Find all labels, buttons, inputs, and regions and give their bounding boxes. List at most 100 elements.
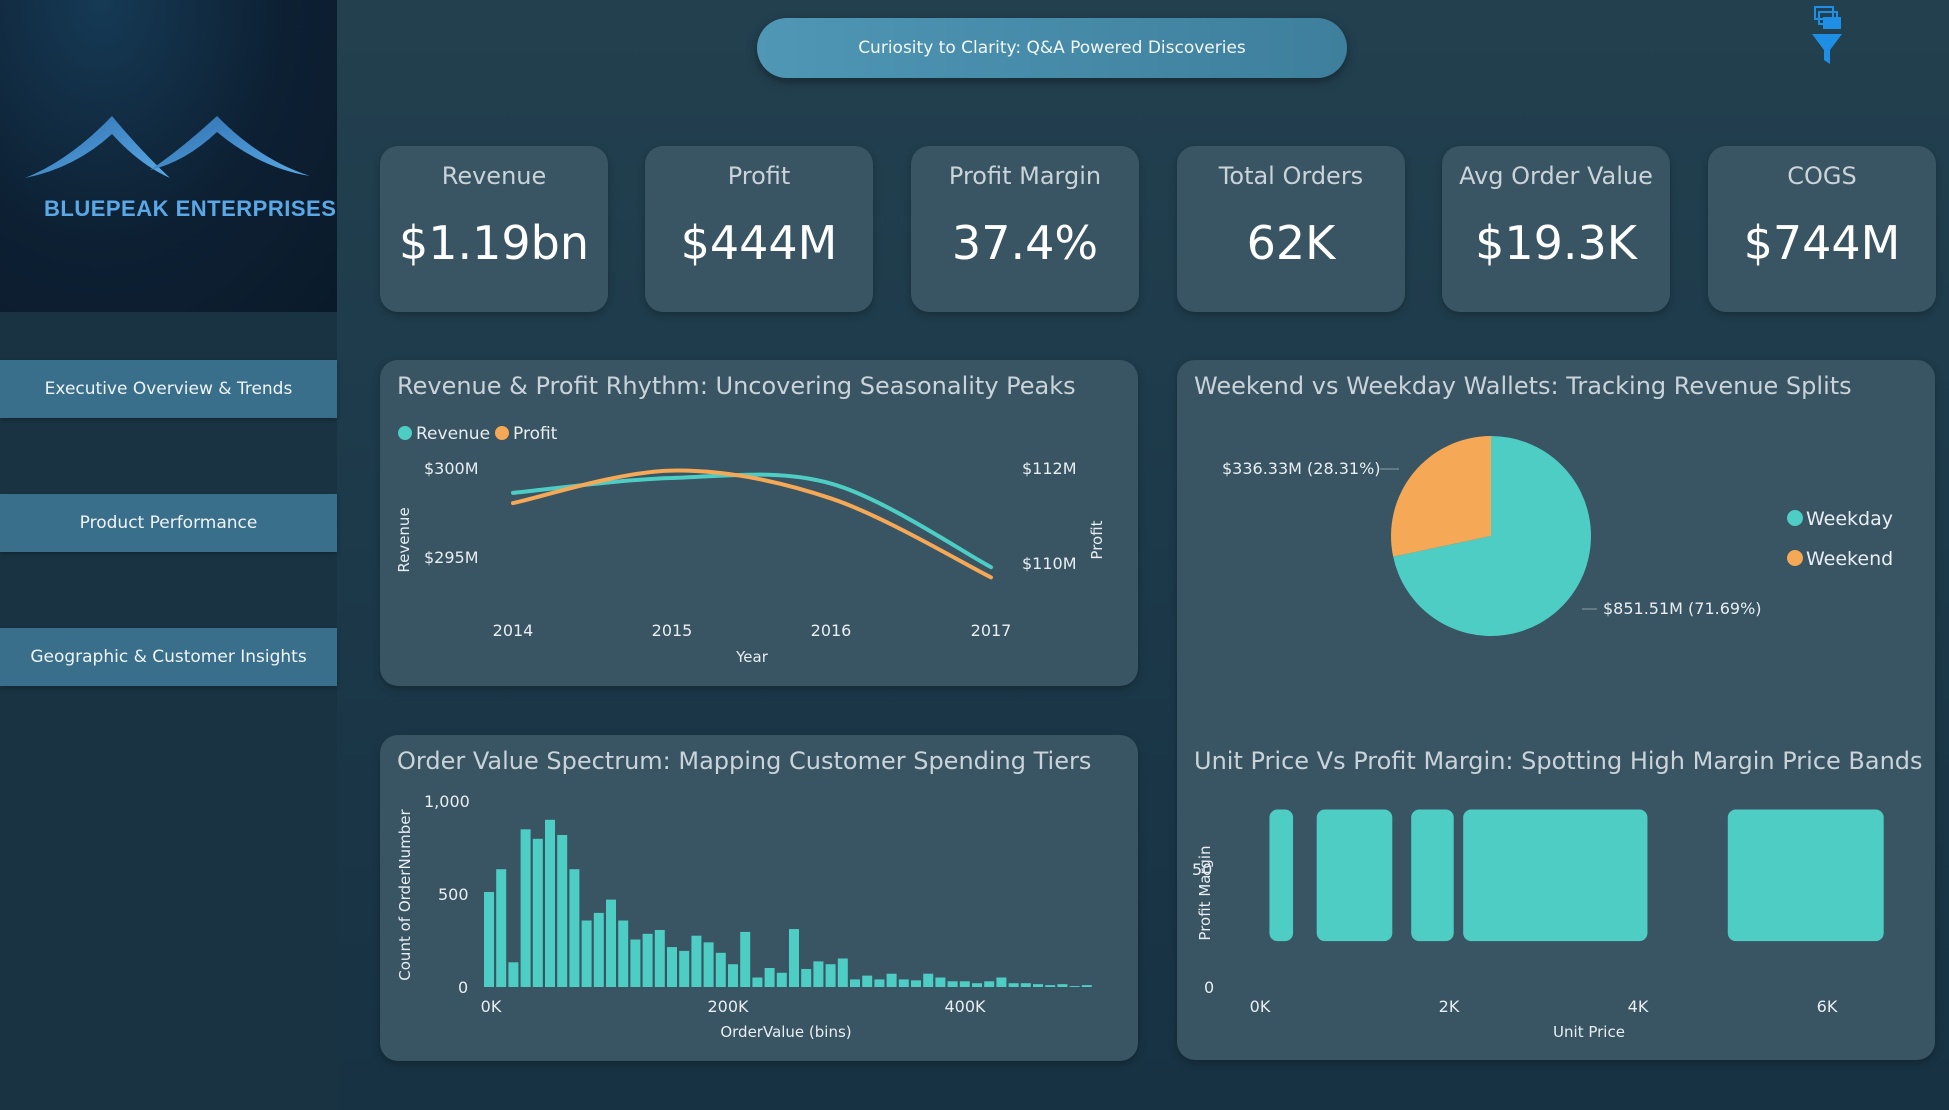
histogram-bar[interactable] <box>654 930 665 987</box>
pie-label-weekday: $851.51M (71.69%) <box>1603 599 1762 618</box>
histogram-bar[interactable] <box>642 933 653 987</box>
x-tick: 2017 <box>971 621 1012 640</box>
legend-weekday-label: Weekday <box>1806 508 1893 530</box>
scatter-point-cluster[interactable] <box>1463 809 1648 942</box>
scatter-point-cluster[interactable] <box>1316 809 1393 942</box>
histogram-bar[interactable] <box>764 968 775 987</box>
line-series-revenue[interactable] <box>511 472 993 570</box>
legend-revenue-label: Revenue <box>416 424 490 444</box>
y-tick: 1,000 <box>424 792 470 811</box>
histogram-bar[interactable] <box>532 838 543 987</box>
histogram-bar[interactable] <box>996 977 1007 988</box>
legend-weekend-marker <box>1787 550 1803 566</box>
y-axis-title-left: Revenue <box>395 507 413 572</box>
kpi-label: Total Orders <box>1218 162 1364 190</box>
y-tick: 0 <box>1204 978 1214 997</box>
histogram-bar[interactable] <box>862 975 873 987</box>
histogram-bar[interactable] <box>1069 986 1080 987</box>
histogram-bar[interactable] <box>618 920 629 988</box>
kpi-value: 37.4% <box>951 216 1099 270</box>
pie-slice-weekend[interactable] <box>1391 436 1491 557</box>
histogram-bar[interactable] <box>581 920 592 988</box>
histogram-bar[interactable] <box>557 835 568 987</box>
legend-profit-marker <box>495 426 509 440</box>
pie-chart: $336.33M (28.31%) $851.51M (71.69%) Week… <box>1222 436 1893 636</box>
scatter-point-cluster[interactable] <box>1269 809 1294 942</box>
histogram-bar[interactable] <box>630 939 641 988</box>
kpi-revenue: Revenue $1.19bn <box>380 146 608 312</box>
line-chart: Revenue Profit $300M $295M $112M $110M 2… <box>395 424 1106 666</box>
histogram-bar[interactable] <box>789 929 799 987</box>
pie-label-weekend: $336.33M (28.31%) <box>1222 459 1381 478</box>
kpi-label: Profit Margin <box>948 162 1102 190</box>
histogram-bar[interactable] <box>984 981 995 987</box>
histogram-bar[interactable] <box>947 981 958 987</box>
histogram-bar[interactable] <box>715 952 726 987</box>
histogram-bar[interactable] <box>935 977 946 988</box>
histogram-bar[interactable] <box>691 935 702 987</box>
histogram-bar[interactable] <box>898 979 909 987</box>
histogram-bar[interactable] <box>545 819 555 987</box>
histogram-bar[interactable] <box>1045 985 1056 987</box>
page-title-button[interactable]: Curiosity to Clarity: Q&A Powered Discov… <box>757 18 1347 78</box>
nav-product-performance[interactable]: Product Performance <box>0 494 337 552</box>
kpi-value: 62K <box>1246 216 1336 270</box>
y-axis-title-right: Profit <box>1088 520 1106 559</box>
histogram-bar[interactable] <box>520 829 531 987</box>
kpi-value: $444M <box>680 216 838 270</box>
x-tick: 4K <box>1628 997 1649 1016</box>
histogram-bar[interactable] <box>484 892 494 987</box>
histogram-bar[interactable] <box>1008 983 1019 987</box>
histogram-bar[interactable] <box>593 912 604 987</box>
histogram-bar[interactable] <box>667 947 677 987</box>
kpi-total-orders: Total Orders 62K <box>1177 146 1405 312</box>
kpi-cogs: COGS $744M <box>1708 146 1936 312</box>
line-chart-card[interactable]: Revenue & Profit Rhythm: Uncovering Seas… <box>380 360 1138 686</box>
x-tick: 400K <box>944 997 986 1016</box>
sidebar: BLUEPEAK ENTERPRISES Executive Overview … <box>0 0 337 1110</box>
histogram-bar[interactable] <box>972 983 982 987</box>
histogram-bar[interactable] <box>508 962 519 987</box>
y-right-tick: $112M <box>1022 459 1077 478</box>
kpi-label: Profit <box>727 162 791 190</box>
scatter-point-cluster[interactable] <box>1411 809 1454 942</box>
x-tick: 6K <box>1817 997 1838 1016</box>
logo-area: BLUEPEAK ENTERPRISES <box>0 0 337 312</box>
histogram-bar[interactable] <box>911 980 921 987</box>
histogram-bar[interactable] <box>1033 984 1043 987</box>
histogram-bar[interactable] <box>703 942 714 987</box>
nav-executive-overview[interactable]: Executive Overview & Trends <box>0 360 337 418</box>
histogram-bar[interactable] <box>728 964 738 987</box>
histogram-bar[interactable] <box>606 899 616 987</box>
y-axis-title: Profit Margin <box>1196 845 1214 940</box>
histogram-bar[interactable] <box>825 964 836 987</box>
scatter-card[interactable]: Unit Price Vs Profit Margin: Spotting Hi… <box>1177 735 1935 1061</box>
histogram-bar[interactable] <box>837 958 848 988</box>
legend-weekday-marker <box>1787 510 1803 526</box>
histogram-bar[interactable] <box>850 979 860 987</box>
x-axis-title: Year <box>735 648 769 666</box>
histogram-bar[interactable] <box>874 979 885 987</box>
histogram-bar[interactable] <box>776 972 787 987</box>
x-tick: 2K <box>1439 997 1460 1016</box>
histogram-card[interactable]: Order Value Spectrum: Mapping Customer S… <box>380 735 1138 1061</box>
x-axis-title: Unit Price <box>1553 1023 1625 1041</box>
histogram-bar[interactable] <box>1057 984 1068 987</box>
histogram-bar[interactable] <box>569 869 580 987</box>
histogram-bar[interactable] <box>813 961 824 987</box>
histogram-bar[interactable] <box>886 973 897 987</box>
kpi-value: $744M <box>1743 216 1901 270</box>
brand-name: BLUEPEAK ENTERPRISES <box>44 196 337 221</box>
histogram-bar[interactable] <box>923 973 934 987</box>
nav-geographic-customer[interactable]: Geographic & Customer Insights <box>0 628 337 686</box>
histogram-bar[interactable] <box>1081 985 1092 987</box>
histogram-bar[interactable] <box>740 931 751 987</box>
filter-icon[interactable] <box>1806 4 1846 66</box>
histogram-bar[interactable] <box>496 869 507 987</box>
histogram-bar[interactable] <box>959 981 970 987</box>
scatter-point-cluster[interactable] <box>1727 809 1884 942</box>
histogram-bar[interactable] <box>1020 983 1031 987</box>
histogram-bar[interactable] <box>679 950 690 987</box>
histogram-bar[interactable] <box>801 968 812 987</box>
histogram-bar[interactable] <box>752 977 763 988</box>
